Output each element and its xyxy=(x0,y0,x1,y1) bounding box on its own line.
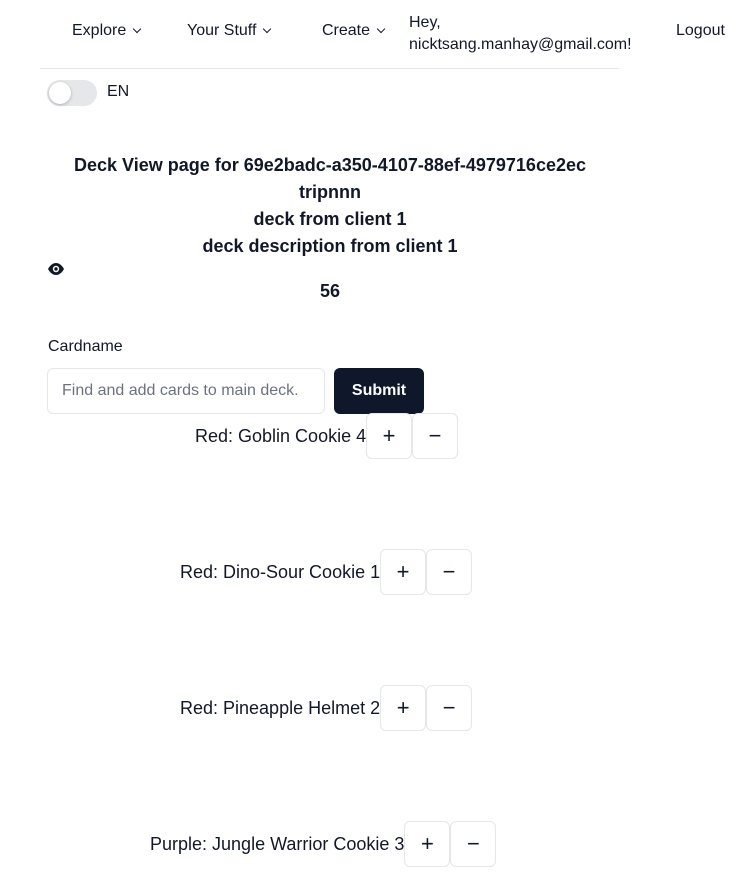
user-greeting: Hey, nicktsang.manhay@gmail.com! xyxy=(409,12,632,56)
cardname-search-input[interactable] xyxy=(47,368,325,414)
submit-button[interactable]: Submit xyxy=(334,368,424,414)
decrement-button[interactable]: − xyxy=(426,685,473,731)
card-row: Red: Dino-Sour Cookie 1 + − xyxy=(180,549,473,595)
increment-button[interactable]: + xyxy=(380,685,427,731)
top-navbar: Explore Your Stuff Create Hey, nicktsang… xyxy=(0,0,740,68)
deck-name: deck from client 1 xyxy=(253,209,407,229)
language-label: EN xyxy=(107,83,130,100)
increment-button[interactable]: + xyxy=(380,549,427,595)
card-label: Red: Dino-Sour Cookie 1 xyxy=(180,561,381,582)
increment-button[interactable]: + xyxy=(404,821,451,867)
nav-your-stuff-label: Your Stuff xyxy=(187,22,257,39)
language-toggle[interactable] xyxy=(47,80,97,106)
card-row: Red: Goblin Cookie 4 + − xyxy=(195,413,459,459)
nav-create-menu[interactable]: Create xyxy=(322,22,386,40)
greeting-text: Hey, xyxy=(409,14,441,31)
card-label: Purple: Jungle Warrior Cookie 3 xyxy=(150,833,405,854)
chevron-down-icon xyxy=(263,24,272,34)
increment-button[interactable]: + xyxy=(366,413,413,459)
card-row: Red: Pineapple Helmet 2 + − xyxy=(180,685,473,731)
decrement-button[interactable]: − xyxy=(450,821,497,867)
eye-icon xyxy=(48,263,64,275)
card-row: Purple: Jungle Warrior Cookie 3 + − xyxy=(150,821,497,867)
card-label: Red: Pineapple Helmet 2 xyxy=(180,697,381,718)
cardname-label: Cardname xyxy=(48,338,123,355)
view-count: 56 xyxy=(319,281,341,301)
decrement-button[interactable]: − xyxy=(412,413,459,459)
logout-link[interactable]: Logout xyxy=(676,22,725,40)
nav-your-stuff-menu[interactable]: Your Stuff xyxy=(187,22,272,40)
nav-explore-menu[interactable]: Explore xyxy=(72,22,142,40)
deck-owner: tripnnn xyxy=(299,182,361,202)
user-email: nicktsang.manhay@gmail.com! xyxy=(409,36,632,53)
chevron-down-icon xyxy=(133,24,142,34)
chevron-down-icon xyxy=(376,24,386,34)
page-title: Deck View page for 69e2badc-a350-4107-88… xyxy=(73,155,586,175)
toggle-knob xyxy=(49,82,71,104)
deck-description: deck description from client 1 xyxy=(202,236,458,256)
nav-create-label: Create xyxy=(322,22,371,39)
decrement-button[interactable]: − xyxy=(426,549,473,595)
nav-divider xyxy=(40,68,619,69)
card-label: Red: Goblin Cookie 4 xyxy=(195,425,367,446)
nav-explore-label: Explore xyxy=(72,22,127,39)
